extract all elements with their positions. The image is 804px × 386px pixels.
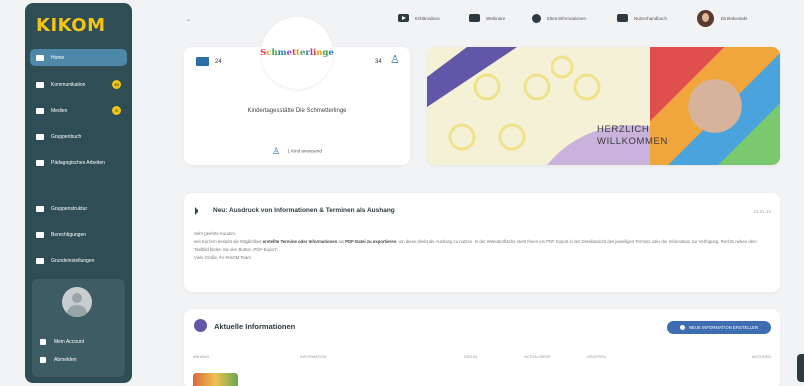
my-account-label: Mein Account [54,339,85,345]
column-header-aktionen: AKTIONEN [751,355,771,359]
banner-photo [650,47,780,165]
child-present-icon: ♙ [272,146,281,156]
unread-badge: 5 [112,106,121,115]
presence-status[interactable]: ♙ 1 Kind anwesend [184,146,410,157]
graduation-cap-icon [36,159,44,166]
top-link-nutzerhandbuch[interactable]: Nutzerhandbuch [617,14,667,22]
button-label: NEUE INFORMATION ERSTELLEN [688,325,759,330]
child-icon: ♙ [390,54,400,66]
child-count: 34 [375,59,382,65]
news-card: Neu: Ausdruck von Informationen & Termin… [184,193,780,292]
top-link-elterninformationen[interactable]: Elterninformationen [532,14,586,23]
sidebar-item-gruppenstruktur[interactable]: Gruppenstruktur [30,200,127,217]
sidebar-item-paedagogisches-arbeiten[interactable]: Pädagogisches Arbeiten [30,154,127,171]
chat-icon [36,81,44,88]
column-header-datum[interactable]: DATUM [464,355,477,359]
sidebar-item-label: Gruppenstruktur [51,205,88,212]
users-icon [36,205,44,212]
column-header-anhang[interactable]: ANHANG [193,355,209,359]
sidebar-item-label: Kommunikation [51,81,86,88]
group-card-icon [196,57,209,66]
news-body: Sehr geehrte Kunden, seit Kurzem besteht… [194,230,769,262]
gear-icon [36,257,44,264]
attachment-thumbnail[interactable] [193,373,238,386]
top-link-label: Nutzerhandbuch [634,15,668,21]
book-icon [36,133,44,140]
collapse-chevron-icon[interactable]: ⌄ [186,16,191,23]
top-link-label: Direktkontakt [721,16,748,21]
megaphone-icon [195,207,203,215]
my-account-link[interactable]: Mein Account [40,339,84,345]
welcome-line-2: WILLKOMMEN [597,136,668,147]
avatar[interactable] [62,287,92,317]
sidebar-item-medien[interactable]: Medien 5 [30,102,127,119]
sidebar-item-label: Berechtigungen [51,231,87,238]
image-icon [36,107,44,114]
logout-icon [40,357,46,363]
kita-logo: Schmetterlinge [260,17,334,89]
top-link-webinare[interactable]: Webinare [469,14,505,22]
logout-link[interactable]: Abmelden [40,357,77,363]
column-header-information[interactable]: INFORMATION [300,355,326,359]
presence-label: 1 Kind anwesend [287,148,322,154]
sidebar-item-berechtigungen[interactable]: Berechtigungen [30,226,127,243]
top-link-label: Elterninformationen [547,16,587,21]
sidebar-item-home[interactable]: Home [30,49,127,66]
sidebar-item-label: Grundeinstellungen [51,257,95,264]
kita-logo-text: Schmetterlinge [260,48,334,58]
webinar-icon [469,14,480,22]
column-header-aktualisiert[interactable]: AKTUALISIERT [524,355,551,359]
news-timestamp: 19.01.23 [753,209,771,214]
help-button[interactable] [797,354,804,382]
sidebar-item-label: Home [51,54,65,61]
sidebar-item-grundeinstellungen[interactable]: Grundeinstellungen [30,252,127,269]
news-greeting: Sehr geehrte Kunden, [194,231,237,236]
info-icon [679,325,685,330]
kita-card: Schmetterlinge 24 34 ♙ Kindertagesstätte… [184,17,410,165]
group-count: 24 [215,59,222,65]
book-open-icon [617,14,628,22]
top-link-direktkontakt[interactable]: Direktkontakt [697,10,747,27]
kita-name: Kindertagesstätte Die Schmetterlinge [247,108,347,114]
sidebar-item-label: Medien [51,107,68,114]
news-title[interactable]: Neu: Ausdruck von Informationen & Termin… [213,207,395,214]
logout-label: Abmelden [54,357,77,363]
top-link-label: Erklärvideos [415,15,440,21]
kikom-logo[interactable]: KIKOM [36,15,106,36]
news-paragraph: seit Kurzem besteht die Möglichkeit erst… [194,239,757,252]
info-icon [532,14,541,23]
section-title: Aktuelle Informationen [214,322,296,331]
welcome-banner: HERZLICH WILLKOMMEN [427,47,780,165]
create-information-button[interactable]: NEUE INFORMATION ERSTELLEN [667,321,771,334]
current-info-card: Aktuelle Informationen NEUE INFORMATION … [184,309,780,386]
top-link-erklaervideos[interactable]: Erklärvideos [398,14,440,22]
sidebar: KIKOM Home Kommunikation 40 Medien 5 Gru… [25,3,132,383]
video-play-icon [398,14,409,22]
user-key-icon [36,231,44,238]
welcome-line-1: HERZLICH [597,124,650,135]
unread-badge: 40 [112,80,121,89]
column-header-gruppen[interactable]: GRUPPEN [587,355,606,359]
info-section-icon [194,319,207,332]
account-panel: Mein Account Abmelden [32,279,125,377]
top-link-label: Webinare [486,15,506,21]
user-icon [40,339,46,345]
sidebar-item-label: Gruppenbuch [51,133,82,140]
sidebar-item-label: Pädagogisches Arbeiten [51,159,105,166]
news-signoff: Viele Grüße, Ihr KIKOM Team [194,255,251,260]
sidebar-item-gruppenbuch[interactable]: Gruppenbuch [30,128,127,145]
contact-avatar [697,10,714,27]
sidebar-item-kommunikation[interactable]: Kommunikation 40 [30,76,127,93]
welcome-text: HERZLICH WILLKOMMEN [597,124,668,148]
home-icon [36,54,44,61]
